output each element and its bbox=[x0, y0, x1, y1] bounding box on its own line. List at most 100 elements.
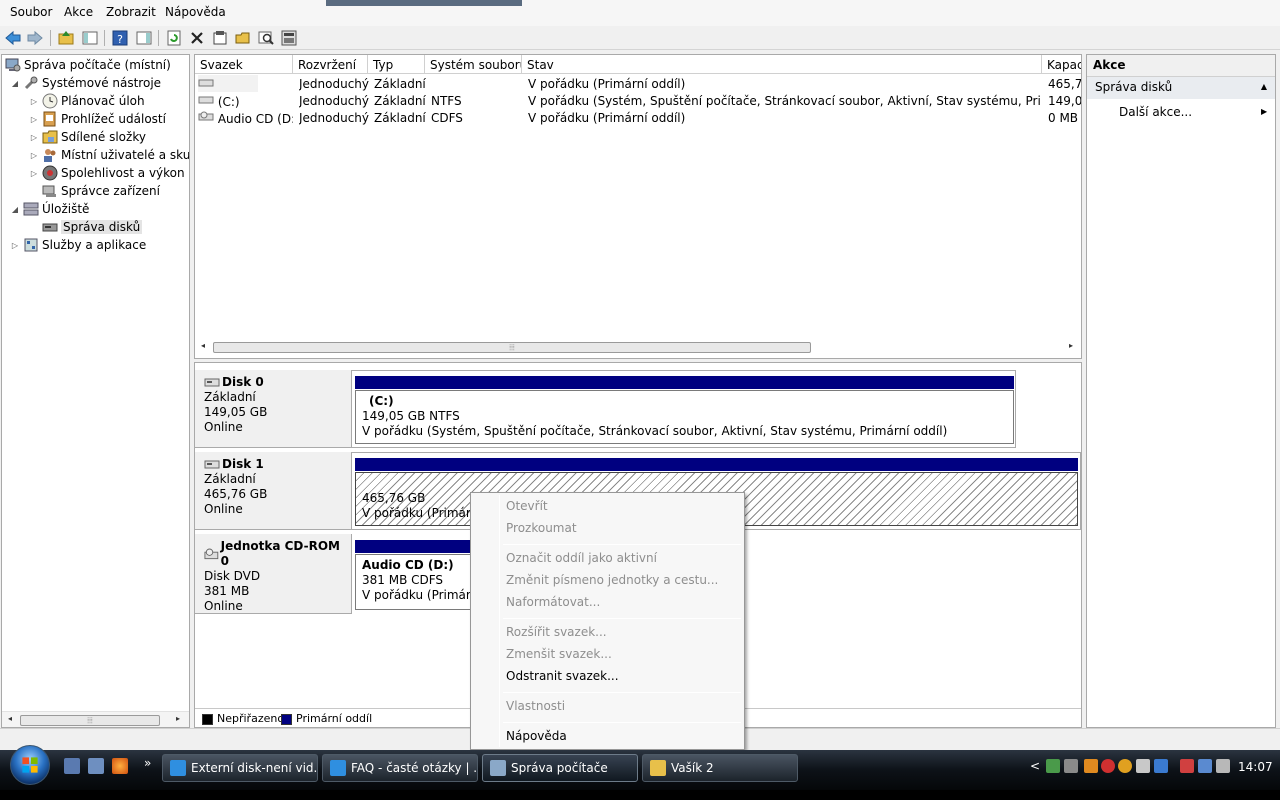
disk-0-label[interactable]: Disk 0 Základní 149,05 GB Online bbox=[195, 370, 352, 448]
menu-item-mark-active[interactable]: Označit oddíl jako aktivní bbox=[506, 551, 657, 565]
menu-separator bbox=[503, 692, 741, 693]
properties-icon[interactable] bbox=[211, 29, 229, 47]
tray-volume-icon[interactable] bbox=[1216, 759, 1230, 773]
expand-icon[interactable]: ▷ bbox=[29, 151, 39, 160]
scrollbar-thumb[interactable]: ⦙⦙⦙ bbox=[20, 715, 160, 726]
taskbar-button-ie-2[interactable]: FAQ - časté otázky | ... bbox=[322, 754, 478, 782]
collapse-icon[interactable]: ◢ bbox=[10, 79, 20, 88]
collapse-icon[interactable]: ◢ bbox=[10, 205, 20, 214]
column-header-status[interactable]: Stav bbox=[522, 55, 1042, 74]
volume-horizontal-scrollbar[interactable]: ◂ ⦙⦙⦙ ▸ bbox=[195, 339, 1081, 355]
menu-item-extend-volume[interactable]: Rozšířit svazek... bbox=[506, 625, 607, 639]
show-hide-tree-icon[interactable] bbox=[81, 29, 99, 47]
scroll-right-icon[interactable]: ▸ bbox=[1069, 341, 1073, 350]
taskbar-button-ie-1[interactable]: Externí disk-není vid... bbox=[162, 754, 318, 782]
status-cell: V pořádku (Primární oddíl) bbox=[528, 77, 686, 91]
show-desktop-icon[interactable] bbox=[64, 758, 80, 774]
refresh-icon[interactable] bbox=[165, 29, 183, 47]
partition-c[interactable]: (C:) 149,05 GB NTFS V pořádku (Systém, S… bbox=[355, 390, 1014, 444]
disk-settings-icon[interactable] bbox=[280, 29, 298, 47]
menu-item-help[interactable]: Nápověda bbox=[506, 729, 567, 743]
expand-icon[interactable]: ▷ bbox=[29, 115, 39, 124]
tree-item-local-users[interactable]: ▷ Místní uživatelé a skupiny bbox=[29, 146, 189, 164]
menu-zobrazit[interactable]: Zobrazit bbox=[106, 5, 156, 19]
menu-item-explore[interactable]: Prozkoumat bbox=[506, 521, 577, 535]
column-header-filesystem[interactable]: Systém souborů bbox=[425, 55, 522, 74]
scroll-left-icon[interactable]: ◂ bbox=[201, 341, 205, 350]
delete-icon[interactable] bbox=[188, 29, 206, 47]
menu-napoveda[interactable]: Nápověda bbox=[165, 5, 226, 19]
expand-icon[interactable]: ▷ bbox=[29, 169, 39, 178]
expand-icon[interactable]: ▷ bbox=[10, 241, 20, 250]
tray-app-icon[interactable] bbox=[1136, 759, 1150, 773]
switch-windows-icon[interactable] bbox=[88, 758, 104, 774]
cdrom-0-label[interactable]: Jednotka CD-ROM 0 Disk DVD 381 MB Online bbox=[195, 534, 352, 614]
disk-1-label[interactable]: Disk 1 Základní 465,76 GB Online bbox=[195, 452, 352, 530]
users-icon bbox=[42, 147, 58, 163]
tree-root[interactable]: Správa počítače (místní) bbox=[5, 56, 171, 74]
scrollbar-thumb[interactable]: ⦙⦙⦙ bbox=[213, 342, 811, 353]
legend-swatch-primary bbox=[281, 714, 292, 725]
taskbar-button-folder[interactable]: Vašík 2 bbox=[642, 754, 798, 782]
menu-item-change-drive-letter[interactable]: Změnit písmeno jednotky a cestu... bbox=[506, 573, 718, 587]
tooltip-fragment bbox=[326, 0, 522, 6]
tree-item-storage[interactable]: ◢ Úložiště bbox=[10, 200, 90, 218]
menu-item-open[interactable]: Otevřít bbox=[506, 499, 548, 513]
expand-icon[interactable]: ▷ bbox=[29, 97, 39, 106]
column-header-type[interactable]: Typ bbox=[368, 55, 425, 74]
column-header-volume[interactable]: Svazek bbox=[195, 55, 293, 74]
tree-item-services-apps[interactable]: ▷ Služby a aplikace bbox=[10, 236, 146, 254]
tray-antivirus-icon[interactable] bbox=[1101, 759, 1115, 773]
menu-item-format[interactable]: Naformátovat... bbox=[506, 595, 600, 609]
actions-section-disk-management[interactable]: Správa disků ▲ bbox=[1087, 77, 1275, 99]
start-button[interactable] bbox=[10, 745, 50, 785]
tray-network-icon[interactable] bbox=[1046, 759, 1060, 773]
up-folder-icon[interactable] bbox=[57, 29, 75, 47]
explore-icon[interactable] bbox=[257, 29, 275, 47]
tree-item-reliability[interactable]: ▷ Spolehlivost a výkon bbox=[29, 164, 185, 182]
tray-app-icon[interactable] bbox=[1154, 759, 1168, 773]
more-actions[interactable]: Další akce... ▶ bbox=[1119, 105, 1267, 119]
menu-item-properties[interactable]: Vlastnosti bbox=[506, 699, 565, 713]
capacity-cell: 0 MB bbox=[1048, 111, 1079, 125]
menu-soubor[interactable]: Soubor bbox=[10, 5, 52, 19]
taskbar-button-computer-management[interactable]: Správa počítače bbox=[482, 754, 638, 782]
menu-bar: Soubor Akce Zobrazit Nápověda bbox=[0, 0, 1280, 26]
partition-title bbox=[362, 476, 1071, 491]
forward-icon[interactable] bbox=[26, 29, 44, 47]
device-manager-icon bbox=[42, 183, 58, 199]
firefox-icon[interactable] bbox=[112, 758, 128, 774]
expand-icon[interactable]: ▷ bbox=[29, 133, 39, 142]
tree-item-device-manager[interactable]: Správce zařízení bbox=[42, 182, 160, 200]
menu-separator bbox=[503, 618, 741, 619]
tree-item-system-tools[interactable]: ◢ Systémové nástroje bbox=[10, 74, 161, 92]
menu-akce[interactable]: Akce bbox=[64, 5, 93, 19]
tray-chevron-icon[interactable]: < bbox=[1030, 759, 1040, 773]
help-icon[interactable]: ? bbox=[111, 29, 129, 47]
internet-explorer-icon bbox=[330, 760, 346, 776]
column-header-layout[interactable]: Rozvržení bbox=[293, 55, 368, 74]
tree-item-task-scheduler[interactable]: ▷ Plánovač úloh bbox=[29, 92, 145, 110]
menu-item-shrink-volume[interactable]: Zmenšit svazek... bbox=[506, 647, 612, 661]
tray-app-icon[interactable] bbox=[1084, 759, 1098, 773]
tray-safely-remove-icon[interactable] bbox=[1180, 759, 1194, 773]
tree-item-event-viewer[interactable]: ▷ Prohlížeč událostí bbox=[29, 110, 166, 128]
scroll-left-icon[interactable]: ◂ bbox=[8, 714, 12, 723]
show-hide-action-pane-icon[interactable] bbox=[135, 29, 153, 47]
menu-item-delete-volume[interactable]: Odstranit svazek... bbox=[506, 669, 619, 683]
console-tree: Správa počítače (místní) ◢ Systémové nás… bbox=[1, 54, 190, 728]
layout-cell: Jednoduchý bbox=[299, 77, 370, 91]
tree-horizontal-scrollbar[interactable]: ◂ ⦙⦙⦙ ▸ bbox=[2, 711, 189, 727]
partition-audio-cd[interactable]: Audio CD (D:) 381 MB CDFS V pořádku (Pri… bbox=[355, 554, 475, 610]
back-icon[interactable] bbox=[4, 29, 22, 47]
tray-app-icon[interactable] bbox=[1118, 759, 1132, 773]
column-header-capacity[interactable]: Kapac bbox=[1042, 55, 1081, 74]
open-icon[interactable] bbox=[234, 29, 252, 47]
tray-network-status-icon[interactable] bbox=[1198, 759, 1212, 773]
scroll-right-icon[interactable]: ▸ bbox=[176, 714, 180, 723]
collapse-up-icon[interactable]: ▲ bbox=[1261, 82, 1267, 91]
tree-item-shared-folders[interactable]: ▷ Sdílené složky bbox=[29, 128, 146, 146]
quicklaunch-overflow-icon[interactable]: » bbox=[144, 756, 151, 770]
tray-app-icon[interactable] bbox=[1064, 759, 1078, 773]
tree-item-disk-management[interactable]: Správa disků bbox=[42, 218, 143, 236]
